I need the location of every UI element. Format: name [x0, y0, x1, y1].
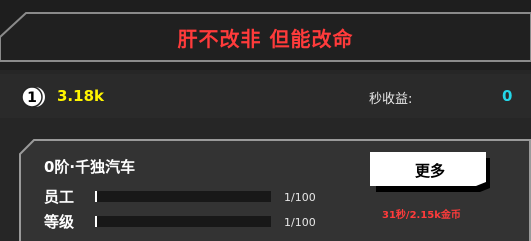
employees-progress-text: 1/100: [284, 191, 316, 204]
income-rate-text: 31秒/2.15k金币: [382, 210, 461, 221]
coin-icon-label: 1: [27, 90, 37, 106]
slogan-text: 肝不改非 但能改命: [177, 26, 354, 51]
per-second-income-value: 0: [502, 87, 513, 105]
level-progress-bar: [95, 216, 271, 227]
employees-progress-bar: [95, 191, 271, 202]
more-button[interactable]: 更多: [370, 152, 490, 192]
coin-balance: 3.18k: [57, 87, 104, 105]
business-title: 0阶·千独汽车: [44, 158, 136, 176]
level-label: 等级: [44, 213, 75, 231]
coin-icon: 1: [21, 86, 45, 108]
employees-label: 员工: [44, 188, 75, 206]
per-second-income-label: 秒收益:: [369, 92, 413, 107]
stats-row: 1 3.18k 秒收益: 0: [0, 74, 531, 118]
level-progress-fill: [95, 216, 97, 227]
slogan-banner: 肝不改非 但能改命: [0, 8, 531, 66]
level-progress-text: 1/100: [284, 216, 316, 229]
more-button-label: 更多: [414, 161, 445, 180]
employees-progress-fill: [95, 191, 97, 202]
